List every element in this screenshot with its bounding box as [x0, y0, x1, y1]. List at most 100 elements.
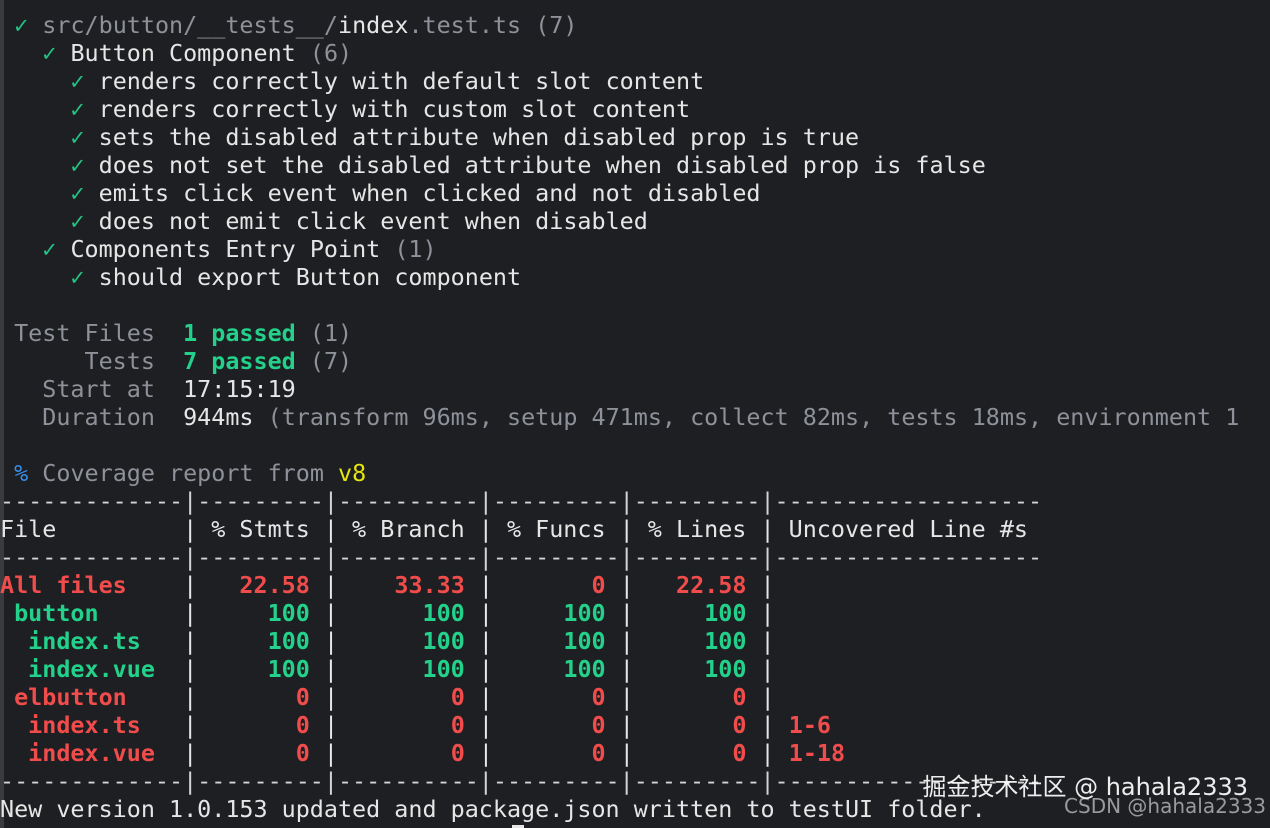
check-icon: ✓ — [42, 39, 57, 67]
coverage-row: index.vue | 100 | 100 | 100 | 100 | — [28, 655, 775, 683]
coverage-lines: 22.58 — [676, 571, 747, 599]
summary-duration: Duration 944ms (transform 96ms, setup 47… — [0, 403, 1239, 431]
check-icon: ✓ — [70, 179, 85, 207]
coverage-lines: 0 — [732, 683, 747, 711]
footer-message: New version 1.0.153 updated and package.… — [0, 795, 986, 823]
cursor-line[interactable] — [512, 820, 524, 828]
check-icon: ✓ — [70, 207, 85, 235]
suite-line: ✓ Components Entry Point (1) — [0, 235, 437, 263]
coverage-header: File | % Stmts | % Branch | % Funcs | % … — [0, 515, 1029, 543]
test-file-path-name: index — [338, 11, 409, 39]
coverage-branch: 0 — [450, 683, 465, 711]
coverage-branch: 100 — [422, 655, 465, 683]
test-case-text: renders correctly with custom slot conte… — [98, 95, 691, 123]
test-case-line: ✓ sets the disabled attribute when disab… — [0, 123, 859, 151]
coverage-row: index.ts | 0 | 0 | 0 | 0 | 1-6 — [28, 711, 831, 739]
coverage-stmts: 100 — [267, 655, 310, 683]
test-case-line: ✓ emits click event when clicked and not… — [0, 179, 760, 207]
coverage-rule-bottom: -------------|---------|----------|-----… — [0, 767, 1043, 795]
suite-count: (6) — [309, 39, 353, 67]
test-case-line: ✓ renders correctly with custom slot con… — [0, 95, 690, 123]
coverage-stmts: 22.58 — [239, 571, 310, 599]
coverage-file: index.ts — [28, 627, 141, 655]
summary-label: Duration — [42, 403, 155, 431]
coverage-lines: 0 — [732, 711, 747, 739]
check-icon: ✓ — [70, 263, 85, 291]
coverage-row: All files | 22.58 | 33.33 | 0 | 22.58 | — [0, 571, 775, 599]
test-file-count: (7) — [535, 11, 578, 39]
coverage-file: index.vue — [28, 655, 155, 683]
coverage-file: elbutton — [14, 683, 127, 711]
coverage-funcs: 100 — [563, 599, 606, 627]
coverage-rule-top: -------------|---------|----------|-----… — [0, 487, 1043, 515]
summary-start: Start at 17:15:19 — [0, 375, 296, 403]
coverage-stmts: 100 — [267, 627, 310, 655]
coverage-uncovered: 1-18 — [788, 739, 846, 767]
coverage-row: index.ts | 100 | 100 | 100 | 100 | — [28, 627, 775, 655]
suite-name: Components Entry Point — [70, 235, 381, 263]
coverage-row: index.vue | 0 | 0 | 0 | 0 | 1-18 — [28, 739, 846, 767]
watermark-secondary: CSDN @hahala2333 — [1064, 794, 1266, 818]
coverage-uncovered: 1-6 — [788, 711, 831, 739]
summary-total: (1) — [309, 319, 353, 347]
check-icon: ✓ — [70, 67, 85, 95]
coverage-stmts: 0 — [295, 739, 310, 767]
suite-count: (1) — [394, 235, 437, 263]
percent-icon: % — [14, 459, 29, 487]
coverage-row: button | 100 | 100 | 100 | 100 | — [14, 599, 775, 627]
coverage-stmts: 100 — [267, 599, 310, 627]
coverage-row: elbutton | 0 | 0 | 0 | 0 | — [14, 683, 775, 711]
check-icon: ✓ — [42, 235, 57, 263]
test-file-path-prefix: src/button/__tests__/ — [42, 11, 339, 39]
coverage-funcs: 0 — [591, 683, 606, 711]
coverage-lines: 0 — [732, 739, 747, 767]
check-icon: ✓ — [70, 123, 85, 151]
suite-line: ✓ Button Component (6) — [0, 39, 352, 67]
test-case-text: should export Button component — [98, 263, 522, 291]
summary-tests: Tests 7 passed (7) — [0, 347, 353, 375]
coverage-funcs: 0 — [591, 571, 606, 599]
coverage-lines: 100 — [704, 655, 747, 683]
summary-start-value: 17:15:19 — [183, 375, 296, 403]
coverage-rule-header: -------------|---------|----------|-----… — [0, 543, 1043, 571]
coverage-lines: 100 — [704, 599, 747, 627]
coverage-file: index.vue — [28, 739, 155, 767]
summary-duration-value: 944ms — [183, 403, 254, 431]
coverage-funcs: 0 — [591, 739, 606, 767]
test-file-path-ext: .test.ts — [408, 11, 522, 39]
terminal-window[interactable]: ✓ src/button/__tests__/index.test.ts (7)… — [0, 0, 1270, 828]
coverage-file: All files — [0, 571, 127, 599]
test-case-line: ✓ does not emit click event when disable… — [0, 207, 648, 235]
cursor-icon — [512, 824, 524, 828]
summary-label: Start at — [42, 375, 155, 403]
summary-total: (7) — [309, 347, 353, 375]
coverage-branch: 0 — [450, 739, 465, 767]
coverage-title-line: % Coverage report from v8 — [0, 459, 366, 487]
check-icon: ✓ — [70, 95, 85, 123]
check-icon: ✓ — [70, 151, 85, 179]
coverage-branch: 0 — [450, 711, 465, 739]
coverage-lines: 100 — [704, 627, 747, 655]
test-case-text: emits click event when clicked and not d… — [98, 179, 761, 207]
coverage-branch: 33.33 — [394, 571, 465, 599]
test-case-line: ✓ should export Button component — [0, 263, 521, 291]
coverage-stmts: 0 — [295, 683, 310, 711]
test-file-line: ✓ src/button/__tests__/index.test.ts (7) — [0, 11, 577, 39]
summary-label: Test Files — [14, 319, 155, 347]
test-case-text: does not set the disabled attribute when… — [98, 151, 986, 179]
summary-test-files: Test Files 1 passed (1) — [0, 319, 352, 347]
test-case-line: ✓ renders correctly with default slot co… — [0, 67, 704, 95]
coverage-branch: 100 — [422, 627, 465, 655]
coverage-provider: v8 — [338, 459, 367, 487]
test-case-text: renders correctly with default slot cont… — [98, 67, 705, 95]
coverage-funcs: 0 — [591, 711, 606, 739]
coverage-stmts: 0 — [295, 711, 310, 739]
coverage-funcs: 100 — [563, 655, 606, 683]
check-icon: ✓ — [14, 11, 29, 39]
coverage-funcs: 100 — [563, 627, 606, 655]
test-case-text: does not emit click event when disabled — [98, 207, 648, 235]
coverage-branch: 100 — [422, 599, 465, 627]
coverage-title: Coverage report from — [42, 459, 324, 487]
footer-text: New version 1.0.153 updated and package.… — [0, 795, 986, 823]
coverage-file: button — [14, 599, 99, 627]
